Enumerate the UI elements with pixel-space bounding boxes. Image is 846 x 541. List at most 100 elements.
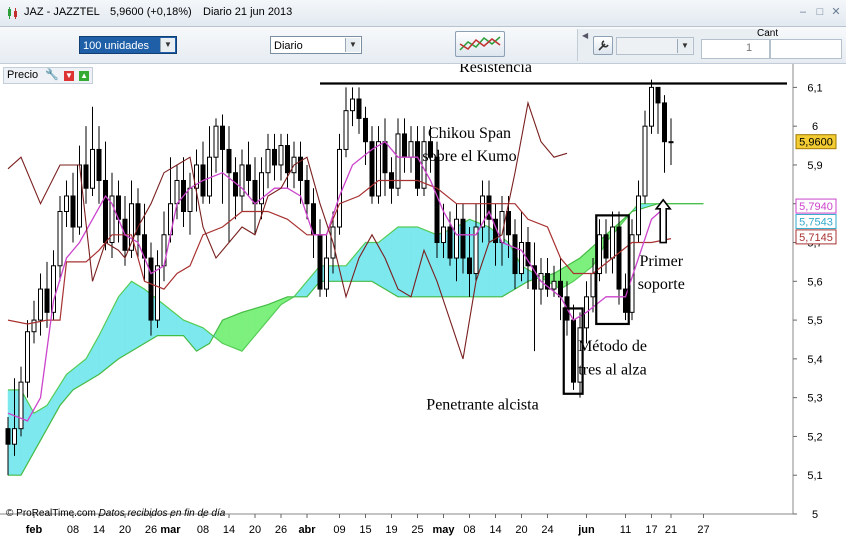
chikou-label-2: sobre el Kumo xyxy=(422,148,516,165)
chart-lines-icon xyxy=(459,36,501,51)
x-tick-label: 11 xyxy=(620,524,631,536)
x-tick-label: 17 xyxy=(645,524,657,536)
kumo-segment xyxy=(222,317,230,347)
candle-down xyxy=(363,117,368,143)
candle-down xyxy=(655,86,661,104)
resistencia-label: Resistencia xyxy=(459,64,532,76)
quantity-value: 1 xyxy=(746,42,753,54)
candle-down xyxy=(148,257,154,321)
y-tick-label: 6 xyxy=(812,121,818,133)
candle-down xyxy=(83,164,89,189)
x-tick-label: 08 xyxy=(463,524,475,536)
candle-down xyxy=(467,257,472,275)
price-input[interactable] xyxy=(770,39,842,59)
kumo-segment xyxy=(235,311,243,352)
period-value: Diario xyxy=(274,40,303,52)
candle-down xyxy=(402,133,407,158)
close-icon[interactable]: ✕ xyxy=(830,6,842,18)
y-tick-label: 5,5 xyxy=(807,315,822,327)
y-tick-label: 5,1 xyxy=(807,470,822,482)
candle-up xyxy=(38,288,43,321)
kumo-segment xyxy=(131,280,139,352)
minimize-icon[interactable]: – xyxy=(797,6,809,18)
x-tick-label: 15 xyxy=(359,524,371,536)
candle-up xyxy=(12,428,17,445)
candle-up xyxy=(187,187,193,212)
quantity-input[interactable]: 1 xyxy=(701,39,770,59)
symbol-title: JAZ - JAZZTEL xyxy=(24,6,100,18)
x-tick-label: 20 xyxy=(515,524,527,536)
candle-up xyxy=(155,265,160,321)
candle-down xyxy=(460,218,466,259)
candle-down xyxy=(356,98,362,119)
x-tick-label: 19 xyxy=(385,524,397,536)
candle-down xyxy=(226,148,232,174)
candle-down xyxy=(571,319,576,383)
order-panel: ◀ ▼ Cant 1 xyxy=(577,28,778,61)
x-tick-label: 25 xyxy=(411,524,423,536)
period-date: Diario 21 jun 2013 xyxy=(203,6,293,18)
candle-up xyxy=(519,242,524,275)
candle-up xyxy=(350,98,355,112)
x-tick-label: 24 xyxy=(541,524,553,536)
arrow-down-icon[interactable]: ▼ xyxy=(64,71,75,81)
x-tick-label: 14 xyxy=(223,524,235,536)
candle-up xyxy=(90,148,95,189)
candle-down xyxy=(662,102,667,143)
footer-source: © ProRealTime.com xyxy=(6,508,96,519)
y-tick-label: 5,4 xyxy=(807,354,822,366)
y-tick-label: 5,2 xyxy=(807,431,822,443)
last-value-label: 5,9600 xyxy=(799,137,833,149)
y-tick-label: 5 xyxy=(812,509,818,521)
wrench-icon[interactable]: 🔧 xyxy=(45,69,59,81)
maximize-icon[interactable]: □ xyxy=(814,6,826,18)
candle-down xyxy=(246,164,251,181)
candle-down xyxy=(317,234,323,290)
candle-down xyxy=(5,428,11,445)
x-tick-label: 14 xyxy=(93,524,105,536)
last-value-label: 5,7940 xyxy=(799,201,833,213)
kumo-segment xyxy=(124,280,132,356)
period-select[interactable]: Diario ▼ xyxy=(270,36,362,54)
candle-down xyxy=(603,234,609,259)
chevron-left-icon[interactable]: ◀ xyxy=(582,31,588,40)
candle-up xyxy=(636,195,641,236)
kumo-segment xyxy=(365,242,373,282)
x-tick-label: 09 xyxy=(333,524,345,536)
price-chart[interactable]: Resistencia Chikou Span sobre el Kumo Penet… xyxy=(0,64,846,541)
chart-area: Resistencia Chikou Span sobre el Kumo Penet… xyxy=(0,64,846,541)
x-tick-label: abr xyxy=(298,524,316,536)
kumo-segment xyxy=(404,226,412,298)
arrow-up-icon[interactable]: ▲ xyxy=(79,71,90,81)
candle-up xyxy=(376,141,381,197)
candle-up xyxy=(649,86,654,127)
candle-up xyxy=(668,141,674,144)
candle-down xyxy=(70,195,76,228)
candle-up xyxy=(265,148,271,174)
candle-down xyxy=(512,234,518,275)
kumo-segment xyxy=(378,236,386,290)
units-select[interactable]: 100 unidades ▼ xyxy=(79,36,177,54)
settings-button[interactable] xyxy=(593,36,613,55)
kumo-segment xyxy=(118,288,126,360)
chevron-down-icon: ▼ xyxy=(345,38,360,52)
candle-down xyxy=(96,148,102,181)
primer-label-2: soporte xyxy=(638,276,685,293)
toolbar: 100 unidades ▼ Diario ▼ ◀ ▼ Cant 1 xyxy=(0,27,846,64)
order-type-select[interactable]: ▼ xyxy=(616,37,694,55)
candle-down xyxy=(558,280,563,298)
candle-up xyxy=(174,179,180,205)
panel-label: Precio xyxy=(7,69,39,81)
x-tick-label: feb xyxy=(26,524,43,536)
candle-up xyxy=(278,145,284,166)
candle-up xyxy=(343,110,349,150)
footer: © ProRealTime.com Datos recibidos en fin… xyxy=(6,508,225,519)
candle-up xyxy=(239,164,245,197)
candle-down xyxy=(252,179,258,205)
x-tick-label: 21 xyxy=(665,524,677,536)
last-value-label: 5,7145 xyxy=(799,232,833,244)
y-tick-label: 5,9 xyxy=(807,160,822,172)
candle-up xyxy=(454,218,459,259)
x-tick-label: may xyxy=(432,524,455,536)
chart-template-button[interactable] xyxy=(455,31,505,57)
